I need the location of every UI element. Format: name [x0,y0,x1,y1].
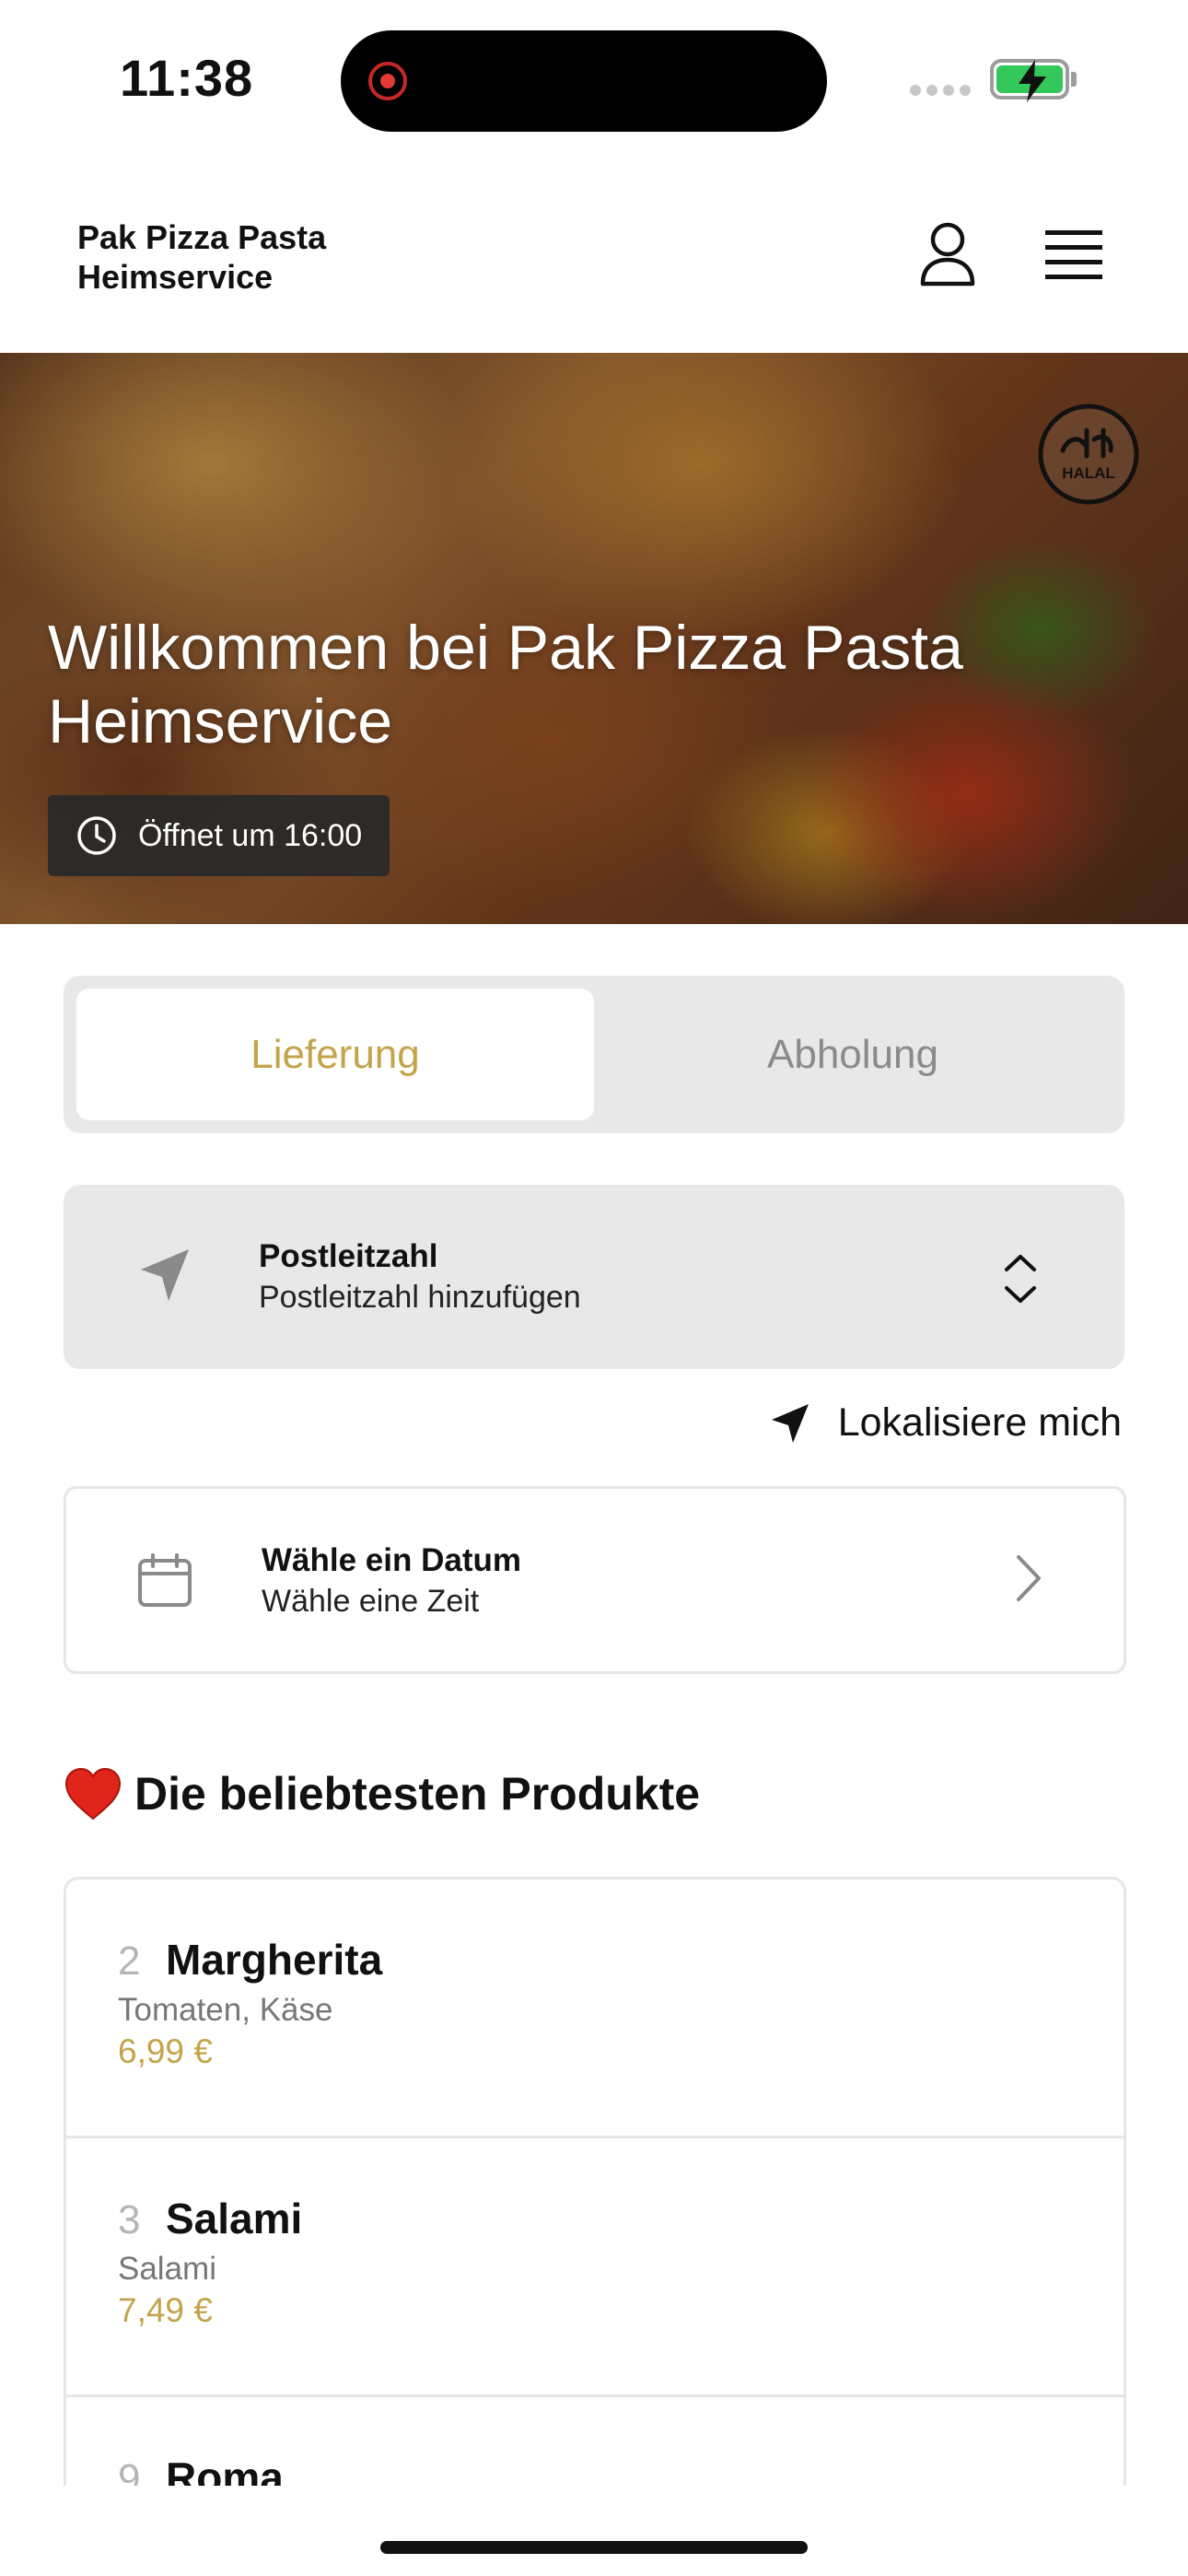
product-description: Salami [118,2251,216,2287]
product-name: Margherita [166,1936,383,1984]
list-item[interactable]: 9 Roma [66,2397,1124,2486]
order-mode-toggle: Lieferung Abholung [64,976,1124,1133]
postcode-selector[interactable]: Postleitzahl Postleitzahl hinzufügen [64,1185,1124,1369]
brand-name[interactable]: Pak Pizza Pasta Heimservice [77,217,427,297]
locate-me-label: Lokalisiere mich [837,1400,1122,1445]
battery-icon [990,59,1069,102]
opening-hours-badge: Öffnet um 16:00 [48,795,390,876]
halal-icon: HALAL [1037,403,1140,506]
product-number: 9 [118,2456,141,2486]
popular-products-heading: Die beliebtesten Produkte [64,1767,700,1821]
postcode-placeholder: Postleitzahl hinzufügen [259,1280,581,1315]
date-label: Wähle ein Datum [262,1542,521,1578]
product-list: 2 Margherita Tomaten, Käse 6,99 € 3 Sala… [64,1877,1126,2486]
recording-icon [368,62,407,100]
clock-icon [77,816,116,855]
list-item[interactable]: 2 Margherita Tomaten, Käse 6,99 € [66,1879,1124,2138]
tab-pickup[interactable]: Abholung [594,989,1112,1120]
tab-delivery[interactable]: Lieferung [76,989,594,1120]
product-name: Salami [166,2195,303,2242]
signal-icon [910,85,971,96]
postcode-label: Postleitzahl [259,1238,438,1274]
product-number: 2 [118,1938,141,1984]
home-indicator[interactable] [380,2541,808,2554]
location-arrow-icon [141,1249,189,1301]
user-icon[interactable] [919,221,976,287]
opening-hours-text: Öffnet um 16:00 [138,817,363,853]
product-price: 6,99 € [118,2032,213,2070]
time-label: Wähle eine Zeit [262,1584,480,1619]
battery-cap [1071,72,1077,87]
product-number: 3 [118,2197,141,2242]
locate-me-button[interactable]: Lokalisiere mich [770,1400,1122,1446]
hero-title: Willkommen bei Pak Pizza Pasta Heimservi… [48,613,963,756]
product-description: Tomaten, Käse [118,1992,333,2028]
calendar-icon [138,1553,192,1607]
menu-icon[interactable] [1043,228,1104,280]
dynamic-island [341,30,827,132]
popular-products-title: Die beliebtesten Produkte [134,1768,701,1820]
chevron-up-down-icon [1005,1255,1036,1303]
product-name: Roma [166,2453,284,2486]
status-bar: 11:38 [0,0,1188,157]
heart-icon [64,1767,122,1821]
location-arrow-icon [771,1403,809,1443]
list-item[interactable]: 3 Salami Salami 7,49 € [66,2138,1124,2397]
halal-label: HALAL [1062,464,1115,482]
chevron-right-icon [1017,1555,1041,1601]
product-price: 7,49 € [118,2291,213,2329]
date-time-picker[interactable]: Wähle ein Datum Wähle eine Zeit [64,1486,1126,1674]
status-time: 11:38 [120,49,254,107]
hero-banner: HALAL Willkommen bei Pak Pizza Pasta Hei… [0,353,1188,924]
app-header: Pak Pizza Pasta Heimservice [0,157,1188,353]
